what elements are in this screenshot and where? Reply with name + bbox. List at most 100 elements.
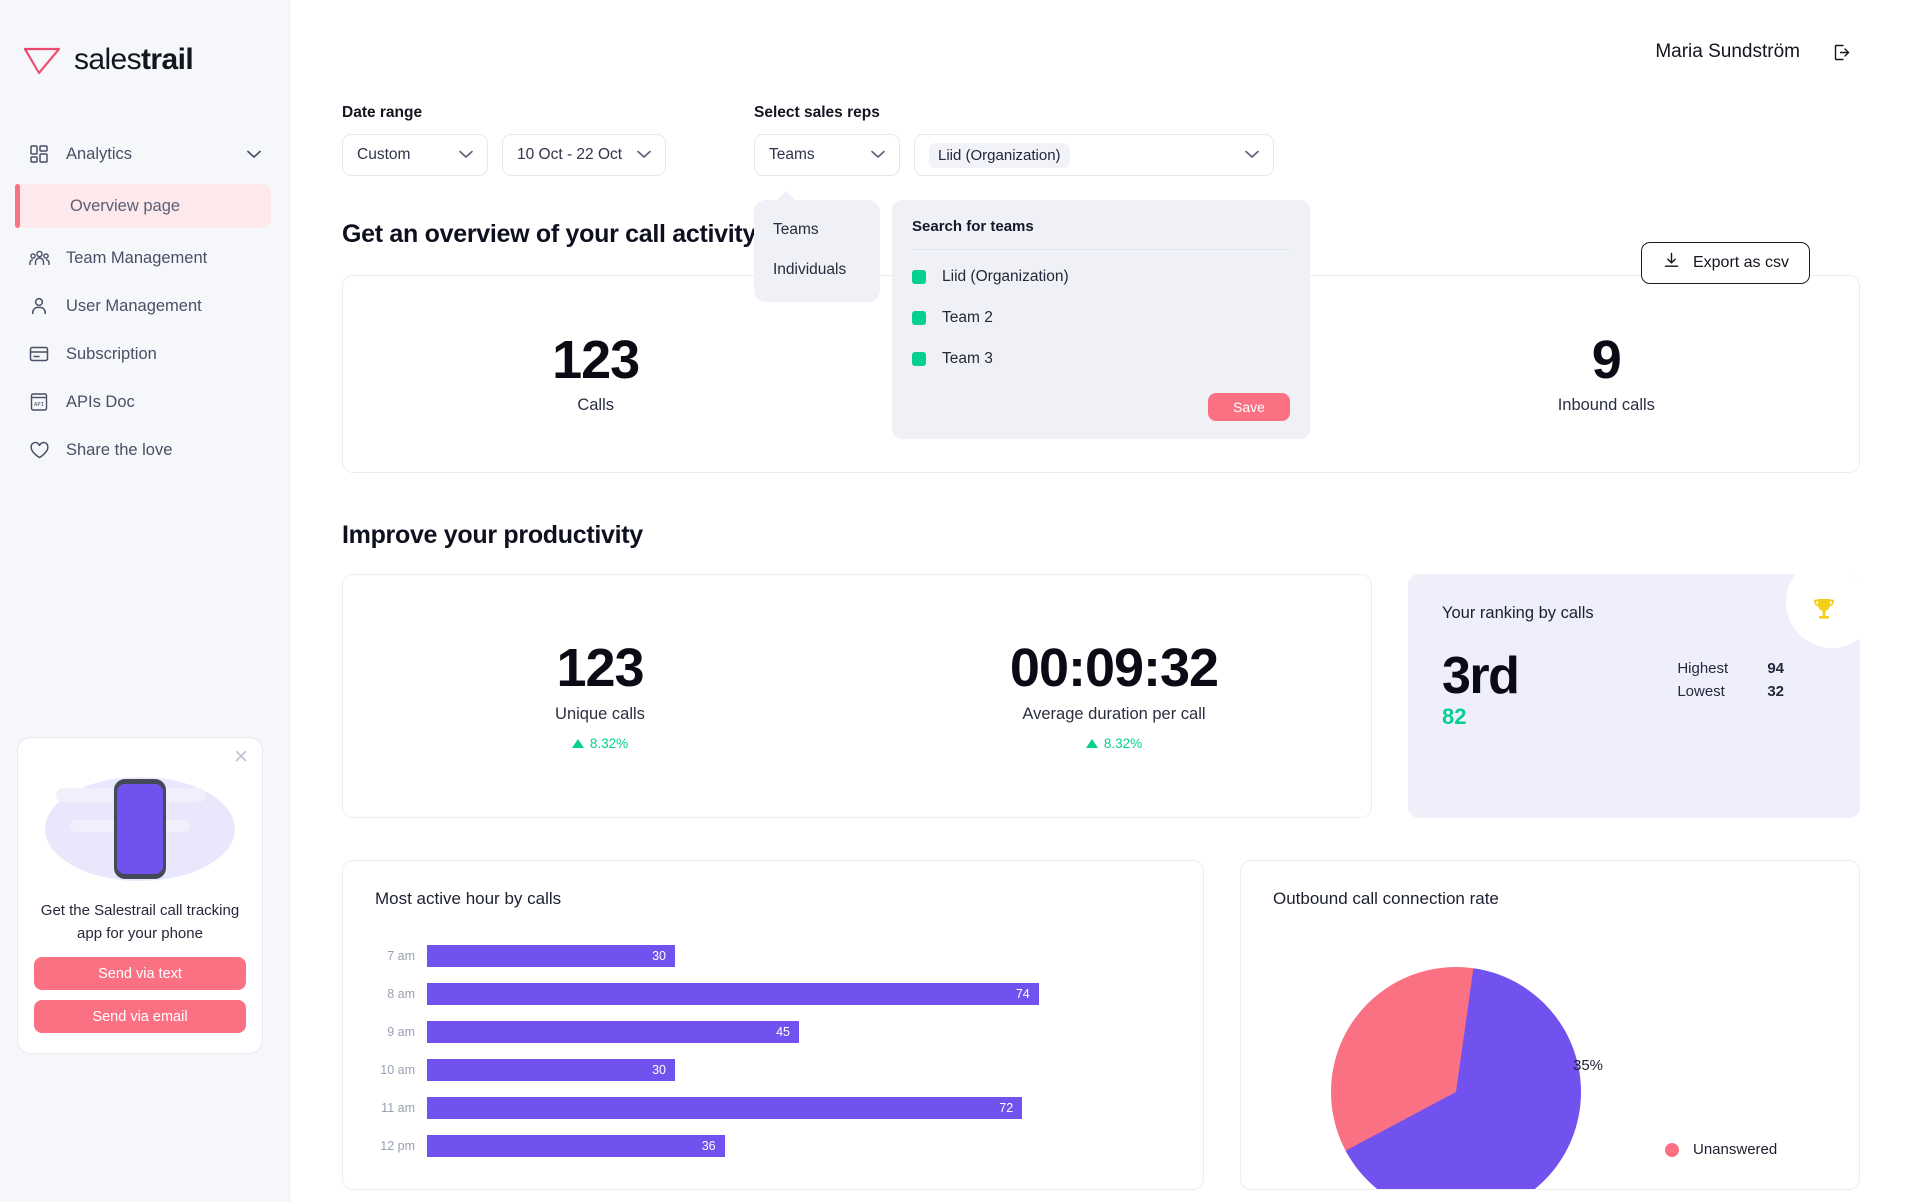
metric-delta: 8.32% [571, 736, 628, 751]
brand-name-bold: trail [141, 43, 194, 76]
bar-row: 10 am 30 [375, 1055, 1171, 1085]
grid-icon [28, 143, 50, 165]
ranking-stats: Highest 94 Lowest 32 [1677, 660, 1784, 706]
phone-illustration [34, 770, 246, 888]
kpi-inbound-calls: 9 Inbound calls [1354, 276, 1859, 472]
user-icon [28, 295, 50, 317]
reps-mode-dropdown: Teams Individuals [754, 191, 880, 302]
reps-mode-value: Teams [769, 146, 815, 163]
selected-team-chip[interactable]: Liid (Organization) [929, 142, 1070, 168]
legend-label: Unanswered [1693, 1141, 1778, 1158]
export-button-label: Export as csv [1692, 254, 1789, 271]
api-doc-icon: API [28, 391, 50, 413]
filters-bar: Date range Custom 10 Oct - 22 Oct Select… [342, 104, 1860, 439]
ranking-place: 3rd [1442, 647, 1520, 705]
teams-select-panel: Search for teams Liid (Organization) Tea… [892, 200, 1310, 439]
sidebar-item-apis-doc[interactable]: API APIs Doc [0, 378, 289, 426]
send-via-text-button[interactable]: Send via text [34, 957, 246, 990]
brand-logo[interactable]: salestrail [0, 0, 289, 78]
sidebar-item-user-management[interactable]: User Management [0, 282, 289, 330]
salestrail-logo-icon [22, 42, 62, 78]
bar-fill[interactable]: 30 [427, 945, 675, 967]
bar-fill[interactable]: 30 [427, 1059, 675, 1081]
checkbox-checked-icon[interactable] [912, 270, 926, 284]
chevron-down-icon[interactable] [247, 145, 261, 164]
sidebar-item-share-the-love[interactable]: Share the love [0, 426, 289, 474]
chart-title: Most active hour by calls [375, 889, 562, 908]
dropdown-option-teams[interactable]: Teams [754, 210, 880, 250]
metric-value: 123 [556, 638, 644, 698]
reps-mode-select[interactable]: Teams [754, 134, 900, 176]
outbound-connection-rate-card: Outbound call connection rate 35% Unansw… [1240, 860, 1860, 1190]
kpi-value: 9 [1591, 330, 1622, 390]
metric-delta-value: 8.32% [1103, 736, 1143, 751]
trophy-icon [1786, 574, 1860, 648]
bar-row: 7 am 30 [375, 941, 1171, 971]
team-option-row[interactable]: Liid (Organization) [912, 263, 1290, 291]
send-via-email-button[interactable]: Send via email [34, 1000, 246, 1033]
date-preset-select[interactable]: Custom [342, 134, 488, 176]
sidebar-item-label: APIs Doc [66, 392, 135, 411]
most-active-hour-chart-card: Most active hour by calls 7 am 30 8 am 74 9 … [342, 860, 1204, 1190]
sidebar-item-team-management[interactable]: Team Management [0, 234, 289, 282]
teams-multiselect[interactable]: Liid (Organization) [914, 134, 1274, 176]
kpi-value: 123 [552, 330, 640, 390]
bar-fill[interactable]: 36 [427, 1135, 725, 1157]
ranking-highest-label: Highest [1677, 660, 1729, 677]
svg-text:API: API [34, 402, 44, 408]
bar-row: 12 pm 36 [375, 1131, 1171, 1161]
date-range-value: 10 Oct - 22 Oct [517, 146, 623, 163]
bar-row: 9 am 45 [375, 1017, 1171, 1047]
sidebar-item-label: Analytics [66, 144, 133, 163]
sidebar: salestrail Analytics Overview page Team … [0, 0, 290, 1202]
sidebar-item-label: User Management [66, 296, 202, 315]
heart-icon [28, 439, 50, 461]
sales-reps-label: Select sales reps [754, 104, 880, 121]
bar-category-label: 7 am [387, 949, 415, 963]
chevron-down-icon [637, 146, 651, 164]
date-preset-value: Custom [357, 146, 411, 163]
productivity-card: 123 Unique calls 8.32% 00:09:32 Average … [342, 574, 1372, 818]
team-option-label: Team 2 [942, 309, 993, 326]
ranking-title: Your ranking by calls [1442, 604, 1594, 622]
export-as-csv-button[interactable]: Export as csv [1640, 242, 1810, 284]
team-option-row[interactable]: Team 2 [912, 304, 1290, 332]
bar-chart: 7 am 30 8 am 74 9 am 45 10 am 30 11 am 72 12 pm 36 [375, 941, 1171, 1161]
close-icon[interactable]: ✕ [233, 748, 249, 767]
metric-value: 00:09:32 [1009, 638, 1219, 698]
sales-reps-filter: Select sales reps Teams Liid (Organizati… [754, 104, 1310, 439]
metric-label: Average duration per call [1022, 705, 1206, 723]
bar-track: 36 [427, 1135, 1171, 1157]
bar-track: 30 [427, 1059, 1171, 1081]
team-option-label: Liid (Organization) [942, 268, 1069, 285]
productivity-section-title: Improve your productivity [342, 521, 643, 549]
sidebar-item-label: Subscription [66, 344, 157, 363]
team-option-row[interactable]: Team 3 [912, 345, 1290, 373]
sidebar-item-overview-page[interactable]: Overview page [15, 184, 271, 228]
sidebar-item-subscription[interactable]: Subscription [0, 330, 289, 378]
checkbox-checked-icon[interactable] [912, 352, 926, 366]
arrow-up-icon [1085, 739, 1098, 748]
save-button[interactable]: Save [1208, 393, 1290, 421]
date-range-select[interactable]: 10 Oct - 22 Oct [502, 134, 666, 176]
chevron-down-icon [1245, 146, 1259, 164]
bar-fill[interactable]: 74 [427, 983, 1039, 1005]
sidebar-item-analytics[interactable]: Analytics [0, 130, 289, 178]
bar-fill[interactable]: 45 [427, 1021, 799, 1043]
brand-name: salestrail [74, 43, 194, 77]
dropdown-option-individuals[interactable]: Individuals [754, 250, 880, 290]
phone-icon [114, 779, 166, 879]
bar-fill[interactable]: 72 [427, 1097, 1023, 1119]
sidebar-item-label: Team Management [66, 248, 208, 267]
productivity-row: 123 Unique calls 8.32% 00:09:32 Average … [342, 574, 1860, 818]
ranking-score: 82 [1442, 704, 1467, 729]
bar-track: 74 [427, 983, 1171, 1005]
logout-icon[interactable] [1822, 33, 1860, 71]
kpi-calls: 123 Calls [343, 276, 848, 472]
chevron-down-icon [871, 146, 885, 164]
pie-annotation: 35% [1573, 1057, 1604, 1074]
mobile-app-promo-card: ✕ Get the Salestrail call tracking app f… [17, 737, 263, 1054]
bar-category-label: 9 am [387, 1025, 415, 1039]
checkbox-checked-icon[interactable] [912, 311, 926, 325]
team-option-label: Team 3 [942, 350, 993, 367]
